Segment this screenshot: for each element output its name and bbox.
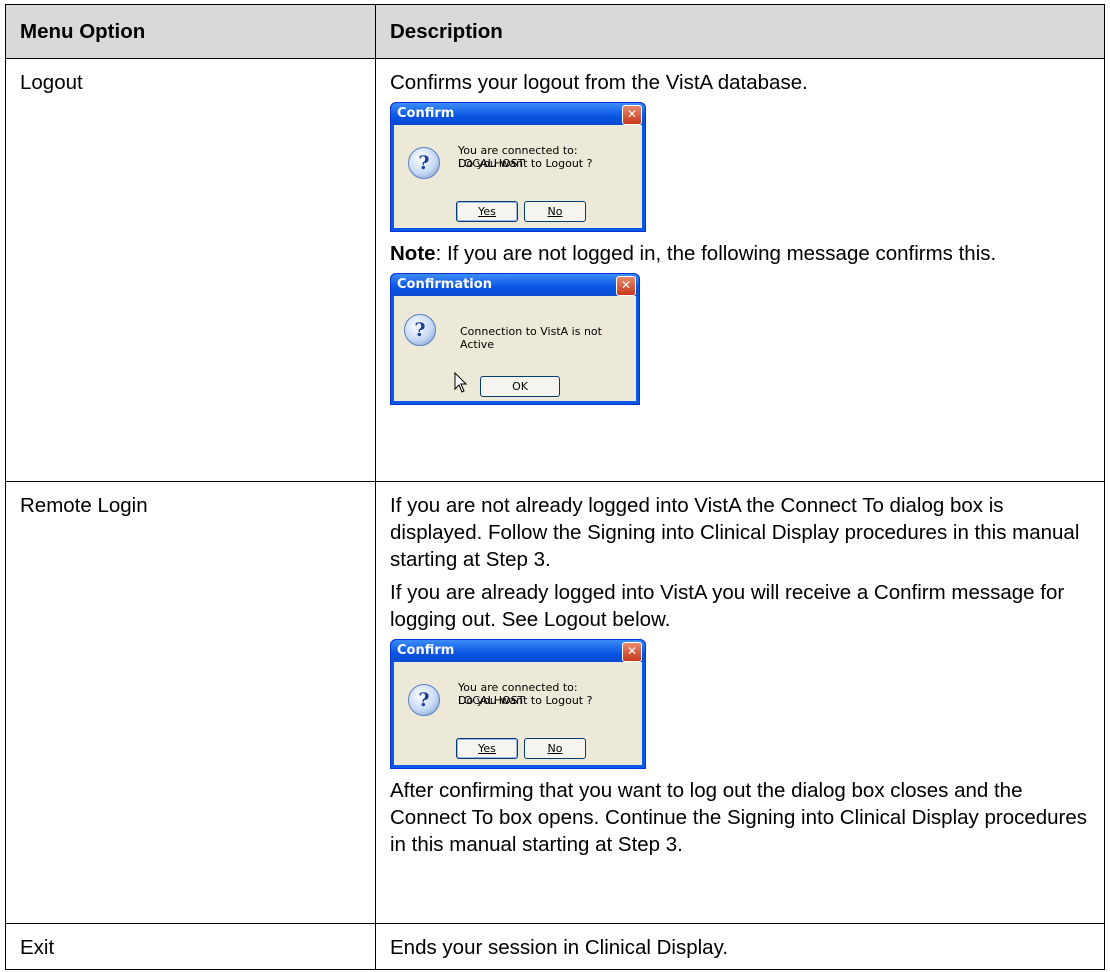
dialog-title: Confirmation	[397, 277, 492, 292]
confirm-dialog: Confirm ✕ ? You are connected to: LOCALH…	[390, 639, 646, 769]
question-icon: ?	[408, 684, 440, 716]
header-description: Description	[375, 4, 1105, 59]
option-logout: Logout	[5, 58, 376, 482]
no-button[interactable]: No	[524, 201, 586, 222]
dialog-title: Confirm	[397, 106, 455, 121]
table-row: Exit Ends your session in Clinical Displ…	[5, 923, 1105, 970]
remote-desc-p1: If you are not already logged into VistA…	[390, 494, 1080, 571]
remote-desc-p3: After confirming that you want to log ou…	[390, 779, 1088, 856]
question-icon: ?	[408, 147, 440, 179]
description-logout: Confirms your logout from the VistA data…	[375, 58, 1105, 482]
dialog-message-line2: Do you want to Logout ?	[458, 694, 593, 707]
description-remote-login: If you are not already logged into VistA…	[375, 481, 1105, 924]
description-exit: Ends your session in Clinical Display.	[375, 923, 1105, 970]
dialog-message: Connection to VistA is not Active	[460, 325, 602, 351]
header-menu-option: Menu Option	[5, 4, 376, 59]
dialog-titlebar: Confirm ✕	[391, 103, 645, 125]
confirmation-dialog: Confirmation ✕ ? Connection to VistA is …	[390, 273, 640, 405]
table-row: Logout Confirms your logout from the Vis…	[5, 58, 1105, 482]
logout-note: Note: If you are not logged in, the foll…	[390, 240, 1090, 267]
yes-button[interactable]: Yes	[456, 738, 518, 759]
logout-desc-text: Confirms your logout from the VistA data…	[390, 71, 808, 94]
close-icon[interactable]: ✕	[616, 276, 636, 296]
header-row: Menu Option Description	[5, 4, 1105, 59]
dialog-message-line2: Do you want to Logout ?	[458, 157, 593, 170]
dialog-titlebar: Confirm ✕	[391, 640, 645, 662]
remote-desc-p2: If you are already logged into VistA you…	[390, 581, 1065, 631]
option-exit: Exit	[5, 923, 376, 970]
question-icon: ?	[404, 314, 436, 346]
dialog-titlebar: Confirmation ✕	[391, 274, 639, 296]
yes-button[interactable]: Yes	[456, 201, 518, 222]
note-text: : If you are not logged in, the followin…	[435, 242, 997, 265]
close-icon[interactable]: ✕	[622, 105, 642, 125]
menu-options-table: Menu Option Description Logout Confirms …	[5, 4, 1105, 970]
option-remote-login: Remote Login	[5, 481, 376, 924]
mouse-cursor-icon	[454, 372, 468, 393]
dialog-title: Confirm	[397, 643, 455, 658]
note-label: Note	[390, 242, 436, 265]
close-icon[interactable]: ✕	[622, 642, 642, 662]
confirm-dialog: Confirm ✕ ? You are connected to: LOCALH…	[390, 102, 646, 232]
table-row: Remote Login If you are not already logg…	[5, 481, 1105, 924]
ok-button[interactable]: OK	[480, 376, 560, 397]
no-button[interactable]: No	[524, 738, 586, 759]
